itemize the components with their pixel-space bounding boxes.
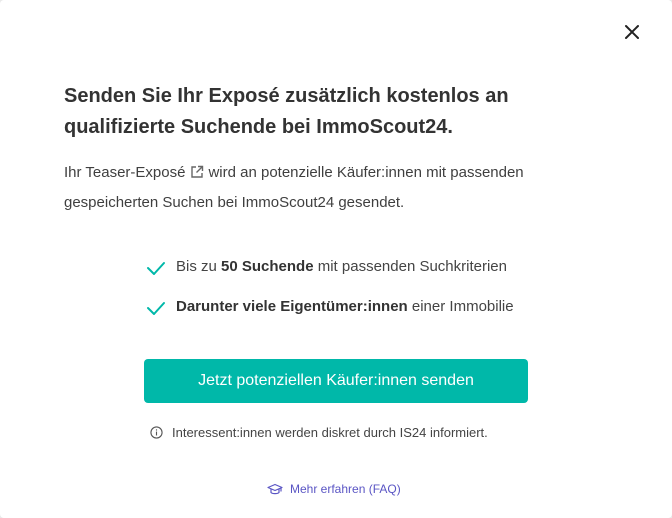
description-text-end: wird an potenzielle Käufer:innen mit pas… [208, 164, 524, 181]
check-icon [147, 262, 165, 275]
title-line-2: qualifizierte Suchende bei ImmoScout24. [64, 116, 453, 138]
send-to-buyers-button[interactable]: Jetzt potenziellen Käufer:innen senden [144, 359, 528, 403]
external-link-icon[interactable] [190, 161, 204, 189]
dialog-title: Senden Sie Ihr Exposé zusätzlich kostenl… [64, 81, 624, 143]
close-button[interactable] [619, 19, 645, 45]
benefit-text: Darunter viele Eigentümer:innen einer Im… [176, 298, 514, 315]
benefit-text-post: mit passenden Suchkriterien [313, 257, 507, 275]
info-icon [150, 425, 163, 439]
benefit-list: Bis zu 50 Suchende mit passenden Suchkri… [146, 252, 566, 332]
benefit-text: Bis zu 50 Suchende mit passenden Suchkri… [176, 258, 507, 275]
faq-link[interactable]: Mehr erfahren (FAQ) [267, 479, 401, 499]
benefit-text-bold: Darunter viele Eigentümer:innen [176, 297, 408, 315]
close-icon [625, 25, 639, 39]
info-note: Interessent:innen werden diskret durch I… [150, 422, 550, 442]
description-line-2: gespeicherten Suchen bei ImmoScout24 ges… [64, 194, 405, 211]
graduation-cap-icon [267, 483, 283, 496]
benefit-text-bold: 50 Suchende [221, 257, 314, 275]
send-expose-dialog: Senden Sie Ihr Exposé zusätzlich kostenl… [0, 0, 672, 518]
check-icon [147, 302, 165, 315]
faq-label: Mehr erfahren (FAQ) [290, 482, 401, 496]
description-line-1: Ihr Teaser-Exposé wird an potenzielle Kä… [64, 159, 624, 189]
description-text-start: Ihr Teaser-Exposé [64, 164, 186, 181]
dialog-description: Ihr Teaser-Exposé wird an potenzielle Kä… [64, 159, 624, 217]
benefit-text-post: einer Immobilie [407, 297, 514, 315]
benefit-text-pre: Bis zu [176, 257, 222, 275]
benefit-item: Bis zu 50 Suchende mit passenden Suchkri… [146, 252, 566, 280]
benefit-item: Darunter viele Eigentümer:innen einer Im… [146, 292, 566, 320]
title-line-1: Senden Sie Ihr Exposé zusätzlich kostenl… [64, 85, 509, 107]
info-text: Interessent:innen werden diskret durch I… [172, 424, 488, 440]
